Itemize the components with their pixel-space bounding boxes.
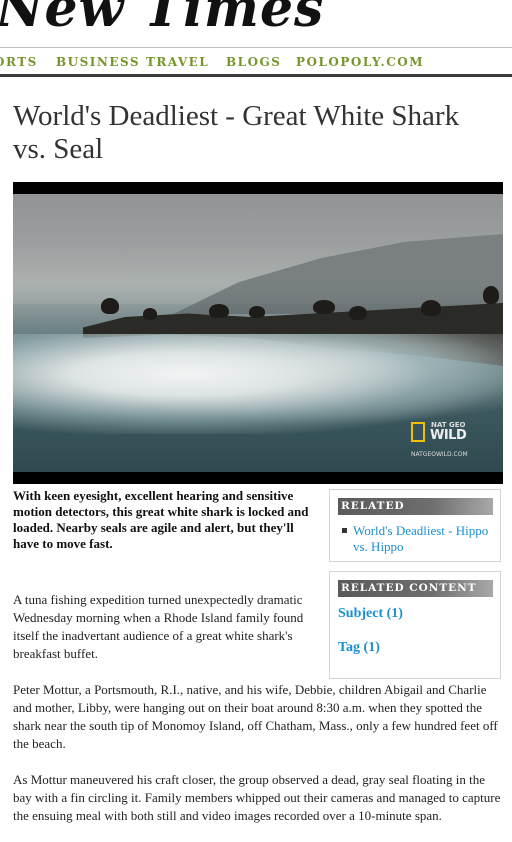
seal-shape <box>483 286 499 304</box>
seal-shape <box>313 300 335 314</box>
nav-bottom-rule <box>0 74 512 77</box>
article-paragraph-1: A tuna fishing expedition turned unexpec… <box>13 592 304 661</box>
nav-item-business[interactable]: BUSINESS <box>56 55 140 69</box>
logo-wild-text: WILD <box>430 428 467 443</box>
seal-shape <box>209 304 229 318</box>
related-link-hippo[interactable]: World's Deadliest - Hippo vs. Hippo <box>353 523 488 554</box>
seal-shape <box>349 306 367 320</box>
video-caption: With keen eyesight, excellent hearing an… <box>13 488 309 551</box>
article-headline: World's Deadliest - Great White Shark vs… <box>13 100 460 165</box>
video-player[interactable]: NAT GEO WILD NATGEOWILD.COM <box>13 182 503 484</box>
nav-item-sports[interactable]: ORTS <box>0 55 38 69</box>
nav-item-polopoly[interactable]: POLOPOLY.COM <box>296 55 424 69</box>
article-paragraph-3: As Mottur maneuvered his craft closer, t… <box>13 772 501 823</box>
video-surf <box>13 334 503 434</box>
masthead: New Times <box>0 0 512 40</box>
seal-shape <box>143 308 157 320</box>
seal-shape <box>249 306 265 318</box>
nav-top-rule <box>0 47 512 48</box>
nav-item-travel[interactable]: TRAVEL <box>146 55 209 69</box>
bullet-icon <box>342 528 347 533</box>
tag-link[interactable]: Tag (1) <box>338 640 493 656</box>
section-nav: ORTS BUSINESS TRAVEL BLOGS POLOPOLY.COM <box>0 55 512 73</box>
article-paragraph-2: Peter Mottur, a Portsmouth, R.I., native… <box>13 682 498 751</box>
related-content-box: RELATED CONTENT Subject (1) Tag (1) <box>329 571 501 679</box>
subject-link[interactable]: Subject (1) <box>338 606 493 622</box>
nav-item-blogs[interactable]: BLOGS <box>226 55 281 69</box>
seal-shape <box>421 300 441 316</box>
related-item: World's Deadliest - Hippo vs. Hippo <box>338 523 493 555</box>
related-box: RELATED World's Deadliest - Hippo vs. Hi… <box>329 489 501 562</box>
masthead-logo[interactable]: New Times <box>0 0 324 39</box>
related-header: RELATED <box>338 498 493 515</box>
natgeo-wild-logo: NAT GEO WILD <box>411 421 473 448</box>
related-content-header: RELATED CONTENT <box>338 580 493 597</box>
video-frame[interactable]: NAT GEO WILD NATGEOWILD.COM <box>13 194 503 472</box>
logo-url-text: NATGEOWILD.COM <box>411 451 468 458</box>
natgeo-frame-icon <box>411 422 425 442</box>
seal-shape <box>101 298 119 314</box>
